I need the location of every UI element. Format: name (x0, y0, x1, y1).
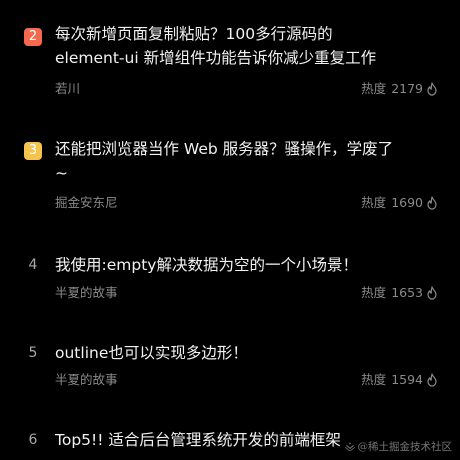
flame-icon (427, 286, 437, 300)
title-line: outline也可以实现多边形！ (55, 344, 248, 362)
rank-badge: 3 (24, 142, 42, 160)
rank-number: 5 (28, 345, 38, 361)
title-line: element-ui 新增组件功能告诉你减少重复工作 (55, 49, 377, 67)
title-line: 还能把浏览器当作 Web 服务器？骚操作，学废了 (55, 140, 394, 158)
author-name[interactable]: 若川 (55, 80, 80, 98)
heat-value: 1594 (391, 372, 423, 387)
heat-indicator: 热度 2179 (361, 80, 438, 98)
author-name[interactable]: 掘金安东尼 (55, 194, 118, 212)
heat-indicator: 热度 1690 (361, 194, 438, 212)
rank-number: 6 (28, 432, 38, 448)
title-line: ~ (55, 164, 68, 182)
article-title[interactable]: 每次新增页面复制粘贴？100多行源码的 element-ui 新增组件功能告诉你… (55, 22, 445, 70)
heat-label: 热度 (361, 372, 387, 387)
author-name[interactable]: 半夏的故事 (55, 284, 118, 302)
article-title[interactable]: 还能把浏览器当作 Web 服务器？骚操作，学废了 ~ (55, 137, 445, 185)
heat-indicator: 热度 1594 (361, 371, 438, 389)
heat-label: 热度 (361, 195, 387, 210)
article-title[interactable]: 我使用:empty解决数据为空的一个小场景！ (55, 253, 445, 277)
watermark-text: @稀土掘金技术社区 (357, 441, 453, 453)
flame-icon (427, 82, 437, 96)
item-meta: 若川 热度 2179 (55, 80, 438, 98)
heat-label: 热度 (361, 81, 387, 96)
rank-number: 4 (28, 257, 38, 273)
flame-icon (427, 373, 437, 387)
heat-value: 1690 (391, 195, 423, 210)
title-line: 我使用:empty解决数据为空的一个小场景！ (55, 256, 358, 274)
article-title[interactable]: outline也可以实现多边形！ (55, 341, 445, 365)
item-meta: 半夏的故事 热度 1594 (55, 371, 438, 389)
item-meta: 掘金安东尼 热度 1690 (55, 194, 438, 212)
item-meta: 半夏的故事 热度 1653 (55, 284, 438, 302)
author-name[interactable]: 半夏的故事 (55, 371, 118, 389)
heat-value: 1653 (391, 285, 423, 300)
rank-badge: 2 (24, 28, 42, 46)
flame-icon (427, 196, 437, 210)
heat-value: 2179 (391, 81, 423, 96)
watermark: @稀土掘金技术社区 (344, 439, 453, 454)
juejin-logo-icon (344, 442, 355, 451)
title-line: 每次新增页面复制粘贴？100多行源码的 (55, 25, 333, 43)
heat-label: 热度 (361, 285, 387, 300)
heat-indicator: 热度 1653 (361, 284, 438, 302)
